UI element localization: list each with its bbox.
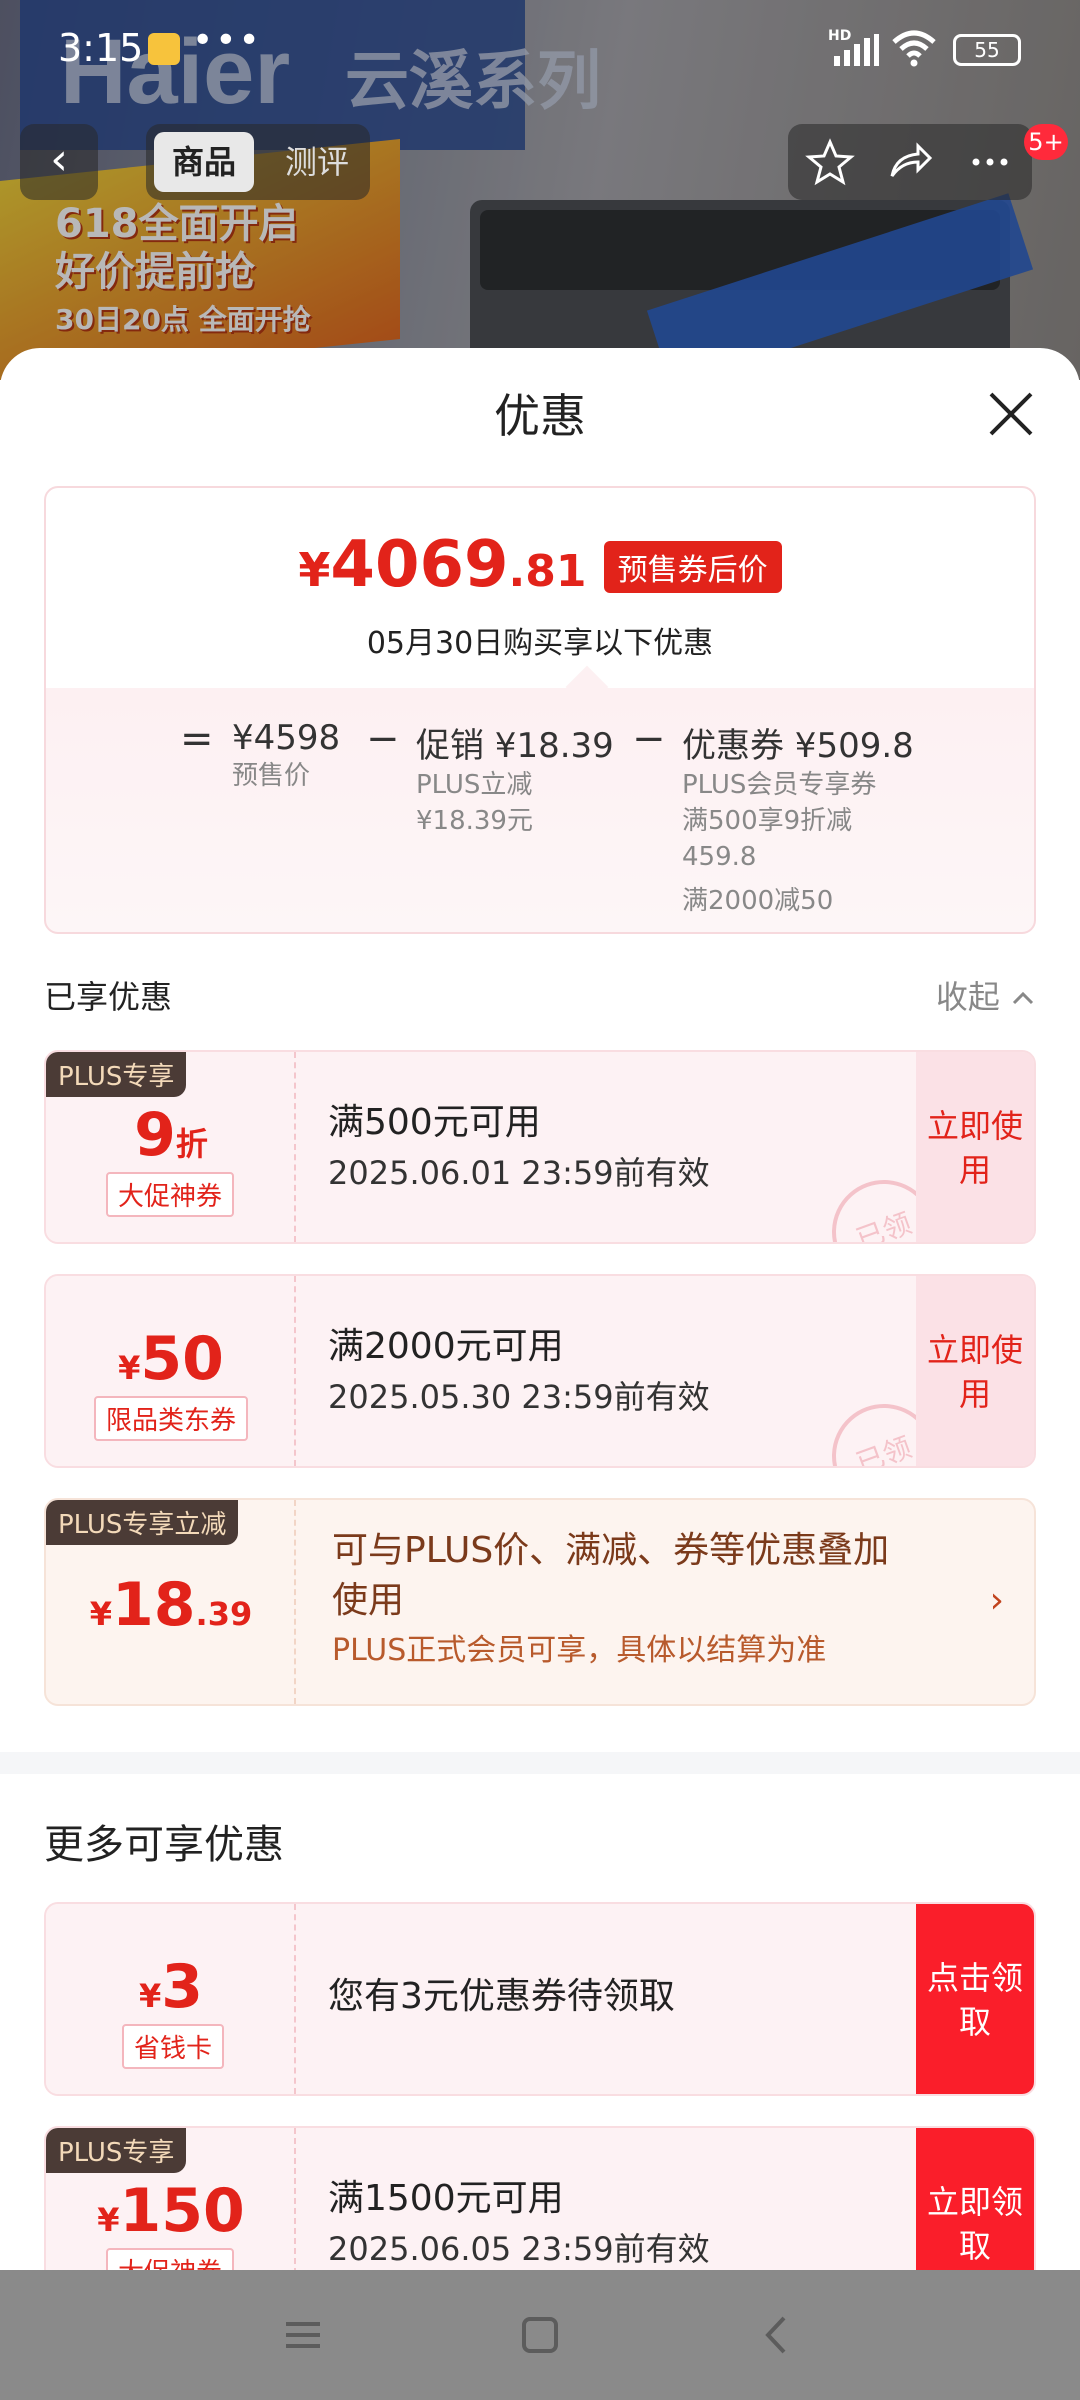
price-summary: ¥ 4069 .81 预售券后价 05月30日购买享以下优惠 = ¥4598 预… [44, 486, 1036, 934]
back-icon[interactable] [752, 2310, 802, 2360]
plus-discount-tag: PLUS专享立减 [46, 1500, 239, 1545]
coupon-value: 150 [119, 2176, 245, 2246]
plus-description: 可与PLUS价、满减、券等优惠叠加 使用 PLUS正式会员可享，具体以结算为准 [332, 1526, 972, 1676]
coupon-expiry: 2025.05.30 23:59前有效 [328, 1378, 710, 1416]
presale-price: ¥4598 预售价 [232, 718, 340, 794]
price-integer: 4069 [330, 528, 509, 602]
tab-product[interactable]: 商品 [154, 132, 254, 192]
presale-value: ¥4598 [232, 718, 341, 758]
coupon-label: 459.8 [682, 842, 757, 872]
coupon-type: 限品类东券 [94, 1396, 249, 1441]
coupon-card: 9折 大促神券 PLUS专享 满500元可用 2025.06.01 23:59前… [44, 1050, 1036, 1244]
promo-label: ¥18.39元 [416, 806, 533, 836]
chevron-right-icon: › [989, 1580, 1004, 1621]
enjoyed-heading: 已享优惠 [44, 978, 173, 1016]
coupon-expiry: 2025.06.05 23:59前有效 [328, 2230, 710, 2268]
coupon-condition: 满1500元可用 [328, 2178, 564, 2219]
close-icon[interactable] [985, 388, 1037, 440]
coupon-currency: ¥ [138, 1977, 162, 2015]
plus-note: PLUS正式会员可享，具体以结算为准 [332, 1633, 827, 1668]
coupon-value-area: ¥50 限品类东券 [46, 1276, 296, 1466]
plus-currency: ¥ [89, 1595, 113, 1633]
more-heading: 更多可享优惠 [44, 1822, 284, 1868]
share-icon[interactable] [884, 136, 936, 188]
system-nav-bar [0, 2270, 1080, 2400]
coupon-currency: ¥ [97, 2201, 120, 2239]
tab-review[interactable]: 测评 [272, 132, 362, 192]
section-divider [0, 1752, 1080, 1774]
coupon-amount: ¥3 [46, 1952, 296, 2022]
signal-icon [834, 34, 879, 66]
plus-value: 18 [112, 1570, 196, 1640]
minus-sign: − [632, 716, 666, 762]
coupon-card: ¥50 限品类东券 满2000元可用 2025.05.30 23:59前有效 已… [44, 1274, 1036, 1468]
product-tabs: 商品 测评 [146, 124, 370, 200]
coupon-expiry: 2025.06.01 23:59前有效 [328, 1154, 710, 1192]
menu-icon[interactable] [278, 2310, 328, 2360]
more-icon[interactable] [964, 136, 1016, 188]
coupon-label: PLUS会员专享券 [682, 770, 877, 800]
back-button[interactable]: ‹ [20, 124, 98, 200]
battery-icon: 55 [953, 34, 1021, 66]
coupon-amount: 9折 [46, 1100, 296, 1170]
coupon-condition: 满500元可用 [328, 1102, 541, 1143]
coupon-info: 满500元可用 2025.06.01 23:59前有效 [328, 1098, 710, 1198]
minus-sign: − [366, 716, 400, 762]
use-now-button[interactable]: 立即使用 [916, 1052, 1034, 1242]
top-actions [788, 124, 1032, 200]
coupon-amount: ¥50 [46, 1324, 296, 1394]
coupon-type: 省钱卡 [122, 2024, 225, 2069]
sheet-title: 优惠 [494, 389, 586, 443]
coupon-deduction: 优惠券 ¥509.8 PLUS会员专享券 满500享9折减 459.8 满200… [682, 718, 914, 919]
star-icon[interactable] [804, 136, 856, 188]
coupon-value: 50 [140, 1324, 224, 1394]
equals-sign: = [180, 716, 214, 762]
purchase-date-note: 05月30日购买享以下优惠 [366, 626, 714, 661]
price-decimal: .81 [508, 546, 587, 597]
coupon-info: 满1500元可用 2025.06.05 23:59前有效 [328, 2174, 710, 2274]
presale-label: 预售价 [232, 761, 311, 791]
coupon-unit: 折 [175, 1125, 208, 1163]
plus-exclusive-tag: PLUS专享 [46, 1052, 187, 1097]
coupon-amount: ¥150 [46, 2176, 296, 2246]
coupon-label: 满500享9折减 [682, 806, 853, 836]
coupon-label: 满2000减50 [682, 886, 834, 916]
coupon-type: 大促神券 [106, 1172, 235, 1217]
discount-sheet: 优惠 ¥ 4069 .81 预售券后价 05月30日购买享以下优惠 = ¥459… [0, 348, 1080, 2400]
claim-button[interactable]: 点击领取 [916, 1904, 1034, 2094]
coupon-info: 您有3元优惠券待领取 [328, 1976, 675, 2017]
coupon-value-area: ¥3 省钱卡 [46, 1904, 296, 2094]
coupon-condition: 满2000元可用 [328, 1326, 564, 1367]
price-currency: ¥ [298, 543, 331, 597]
plus-exclusive-tag: PLUS专享 [46, 2128, 187, 2173]
home-icon[interactable] [515, 2310, 565, 2360]
collapse-label: 收起 [935, 978, 1000, 1016]
cart-badge: 5+ [1024, 124, 1068, 160]
plus-decimal: .39 [195, 1595, 253, 1633]
promotion-deduction: 促销 ¥18.39 PLUS立减 ¥18.39元 [416, 718, 614, 839]
plus-line: 可与PLUS价、满减、券等优惠叠加 [332, 1530, 890, 1571]
notification-icon [148, 33, 180, 65]
presale-price-tag: 预售券后价 [603, 540, 782, 593]
coupon-value: 3 [161, 1952, 203, 2022]
notch [565, 665, 609, 709]
plus-amount: ¥18.39 [46, 1570, 296, 1640]
coupon-info: 满2000元可用 2025.05.30 23:59前有效 [328, 1322, 710, 1422]
coupon-value: 9 [134, 1100, 176, 1170]
collapse-button[interactable]: 收起 [936, 972, 1036, 1018]
status-time: 3:15 [58, 26, 144, 70]
coupon-currency: ¥ [118, 1349, 141, 1387]
coupon-value: 优惠券 ¥509.8 [682, 726, 914, 766]
chevron-up-icon [1012, 991, 1034, 1005]
status-bar: 3:15 ••• HD 55 [0, 0, 1080, 100]
use-now-button[interactable]: 立即使用 [916, 1276, 1034, 1466]
plus-line: 使用 [332, 1580, 405, 1621]
final-price: ¥ 4069 .81 预售券后价 [46, 528, 1034, 602]
more-notifications-icon: ••• [192, 20, 262, 61]
promo-value: 促销 ¥18.39 [416, 726, 614, 766]
promo-label: PLUS立减 [416, 770, 533, 800]
coupon-card: ¥3 省钱卡 您有3元优惠券待领取 点击领取 [44, 1902, 1036, 2096]
wifi-icon [892, 30, 936, 67]
plus-discount-card[interactable]: ¥18.39 PLUS专享立减 可与PLUS价、满减、券等优惠叠加 使用 PLU… [44, 1498, 1036, 1706]
